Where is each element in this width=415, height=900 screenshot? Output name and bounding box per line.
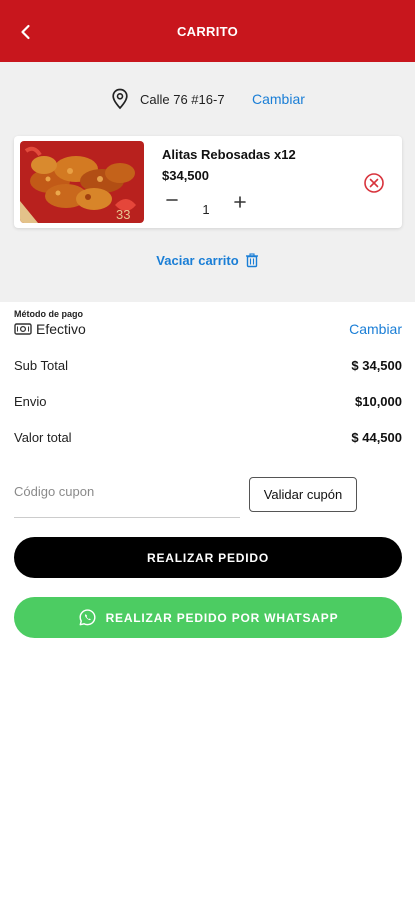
delivery-address: Calle 76 #16-7 Cambiar (0, 88, 415, 110)
payment-method-label: Método de pago (14, 309, 83, 319)
trash-icon (245, 253, 258, 268)
whatsapp-order-label: REALIZAR PEDIDO POR WHATSAPP (105, 610, 339, 625)
product-image: 33 (20, 141, 144, 223)
remove-item-icon[interactable] (363, 172, 385, 194)
product-price: $34,500 (162, 168, 209, 183)
shipping-value: $10,000 (355, 394, 402, 409)
payment-method-value: Efectivo (14, 320, 86, 338)
subtotal-value: $ 34,500 (351, 358, 402, 373)
empty-cart-label: Vaciar carrito (156, 253, 239, 268)
change-address-link[interactable]: Cambiar (252, 91, 305, 107)
whatsapp-icon (79, 609, 96, 626)
total-value: $ 44,500 (351, 430, 402, 445)
plus-icon[interactable] (232, 194, 248, 210)
coupon-input[interactable] (14, 476, 240, 499)
shipping-label: Envio (14, 394, 47, 409)
subtotal-label: Sub Total (14, 358, 68, 373)
svg-text:33: 33 (116, 207, 130, 222)
validate-coupon-button[interactable]: Validar cupón (249, 477, 357, 512)
coupon-field (14, 476, 240, 518)
subtotal-row: Sub Total $ 34,500 (14, 358, 402, 376)
location-pin-icon (112, 88, 128, 110)
cart-item: 33 Alitas Rebosadas x12 $34,500 1 (14, 136, 402, 228)
empty-cart-button[interactable]: Vaciar carrito (156, 253, 258, 268)
change-payment-link[interactable]: Cambiar (349, 321, 402, 337)
total-label: Valor total (14, 430, 72, 445)
minus-icon[interactable] (164, 192, 180, 208)
product-name: Alitas Rebosadas x12 (162, 147, 296, 162)
total-row: Valor total $ 44,500 (14, 430, 402, 448)
app-header: CARRITO (0, 0, 415, 62)
page-title: CARRITO (176, 24, 239, 39)
quantity-value: 1 (202, 202, 210, 217)
cash-icon (14, 323, 32, 335)
whatsapp-order-button[interactable]: REALIZAR PEDIDO POR WHATSAPP (14, 597, 402, 638)
empty-cart-row: Vaciar carrito (0, 252, 415, 270)
place-order-button[interactable]: REALIZAR PEDIDO (14, 537, 402, 578)
address-text: Calle 76 #16-7 (140, 92, 225, 107)
payment-method-text: Efectivo (36, 321, 86, 337)
shipping-row: Envio $10,000 (14, 394, 402, 412)
